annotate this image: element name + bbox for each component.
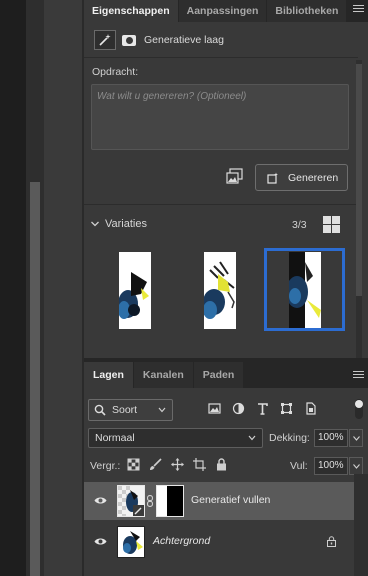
tab-lagen[interactable]: Lagen	[84, 362, 133, 388]
layer-filter-icons	[208, 402, 328, 415]
filter-toggle[interactable]	[355, 399, 363, 419]
properties-scrollbar[interactable]	[356, 60, 362, 358]
eye-icon[interactable]	[94, 496, 107, 505]
lock-label: Vergr.:	[90, 460, 121, 472]
divider	[84, 204, 358, 205]
artboard-lock-icon[interactable]	[193, 458, 206, 471]
layer-thumbnail[interactable]	[117, 526, 145, 558]
opacity-input[interactable]: 100%	[314, 429, 348, 447]
chevron-down-icon	[353, 436, 360, 441]
layer-row-achtergrond[interactable]: Achtergrond	[84, 523, 354, 561]
lock-transparency-icon[interactable]	[127, 458, 140, 471]
variation-selection-highlight	[264, 248, 345, 331]
divider	[84, 57, 358, 58]
variations-thumbnails	[84, 248, 356, 334]
layer-thumbnail-image	[118, 486, 144, 516]
layer-row-generatief-vullen[interactable]: Generatief vullen	[84, 482, 354, 520]
generate-icon	[267, 172, 278, 184]
tab-bibliotheken[interactable]: Bibliotheken	[267, 0, 347, 22]
prompt-label: Opdracht:	[92, 66, 139, 78]
blend-mode-value: Normaal	[95, 432, 135, 444]
scrollbar-thumb[interactable]	[30, 182, 40, 576]
move-icon[interactable]	[171, 458, 184, 471]
tab-paden[interactable]: Paden	[193, 362, 244, 388]
blend-mode-dropdown[interactable]: Normaal	[88, 428, 263, 448]
chevron-down-icon	[158, 407, 166, 413]
fill-input[interactable]: 100%	[314, 457, 348, 475]
layer-type-label: Generatieve laag	[144, 34, 224, 46]
variations-header[interactable]: Variaties	[90, 218, 147, 230]
properties-tab-bar: Eigenschappen Aanpassingen Bibliotheken	[84, 0, 368, 22]
grid-view-icon[interactable]	[323, 216, 340, 233]
pixel-layer-filter-icon[interactable]	[208, 402, 221, 415]
canvas-background	[0, 0, 26, 576]
layer-filter-dropdown[interactable]: Soort	[88, 399, 173, 421]
generate-button[interactable]: Genereren	[255, 164, 348, 191]
variation-image	[119, 252, 151, 329]
chevron-down-icon	[248, 435, 256, 441]
layer-name[interactable]: Generatief vullen	[191, 494, 270, 506]
mask-icon	[122, 34, 136, 46]
layers-scrollbar[interactable]	[354, 474, 368, 576]
variation-thumbnail-2[interactable]	[204, 252, 236, 329]
properties-panel: Eigenschappen Aanpassingen Bibliotheken …	[84, 0, 368, 358]
layer-thumbnail[interactable]	[117, 485, 145, 517]
smart-object-filter-icon[interactable]	[304, 402, 317, 415]
opacity-dropdown[interactable]	[349, 429, 363, 447]
variations-label: Variaties	[105, 218, 147, 230]
variation-image	[204, 252, 236, 329]
fill-label: Vul:	[290, 460, 308, 472]
tab-eigenschappen[interactable]: Eigenschappen	[84, 0, 178, 22]
shape-layer-filter-icon[interactable]	[280, 402, 293, 415]
generate-button-label: Genereren	[288, 171, 339, 184]
chevron-down-icon	[91, 221, 99, 227]
link-icon[interactable]	[147, 495, 153, 507]
opacity-label: Dekking:	[269, 432, 310, 444]
layer-name[interactable]: Achtergrond	[153, 535, 210, 547]
layer-thumbnail-image	[118, 527, 144, 557]
eye-icon[interactable]	[94, 537, 107, 546]
panel-menu-icon[interactable]	[353, 371, 364, 381]
type-layer-filter-icon[interactable]	[256, 402, 269, 415]
search-icon	[94, 404, 106, 416]
tab-aanpassingen[interactable]: Aanpassingen	[178, 0, 267, 22]
layer-mask-thumbnail[interactable]	[156, 485, 184, 517]
brush-icon[interactable]	[149, 458, 162, 471]
lock-all-icon[interactable]	[215, 458, 228, 471]
prompt-input[interactable]: Wat wilt u genereren? (Optioneel)	[91, 84, 349, 150]
magic-wand-icon	[99, 34, 111, 46]
lock-options	[127, 458, 237, 471]
tab-kanalen[interactable]: Kanalen	[133, 362, 193, 388]
variations-count: 3/3	[292, 219, 307, 231]
fill-dropdown[interactable]	[349, 457, 363, 475]
reference-image-icon[interactable]	[226, 168, 244, 186]
document-area-edge	[0, 0, 84, 576]
variation-thumbnail-1[interactable]	[119, 252, 151, 329]
panel-menu-icon[interactable]	[353, 5, 364, 15]
lock-icon[interactable]	[327, 536, 336, 547]
layers-tab-bar: Lagen Kanalen Paden	[84, 362, 368, 388]
adjustment-layer-filter-icon[interactable]	[232, 402, 245, 415]
filter-label: Soort	[112, 404, 138, 416]
generative-layer-icon	[94, 30, 116, 50]
layers-panel: Lagen Kanalen Paden Soort Normaal Dekkin…	[84, 362, 368, 576]
chevron-down-icon	[353, 464, 360, 469]
generative-layer-header: Generatieve laag	[94, 30, 224, 50]
